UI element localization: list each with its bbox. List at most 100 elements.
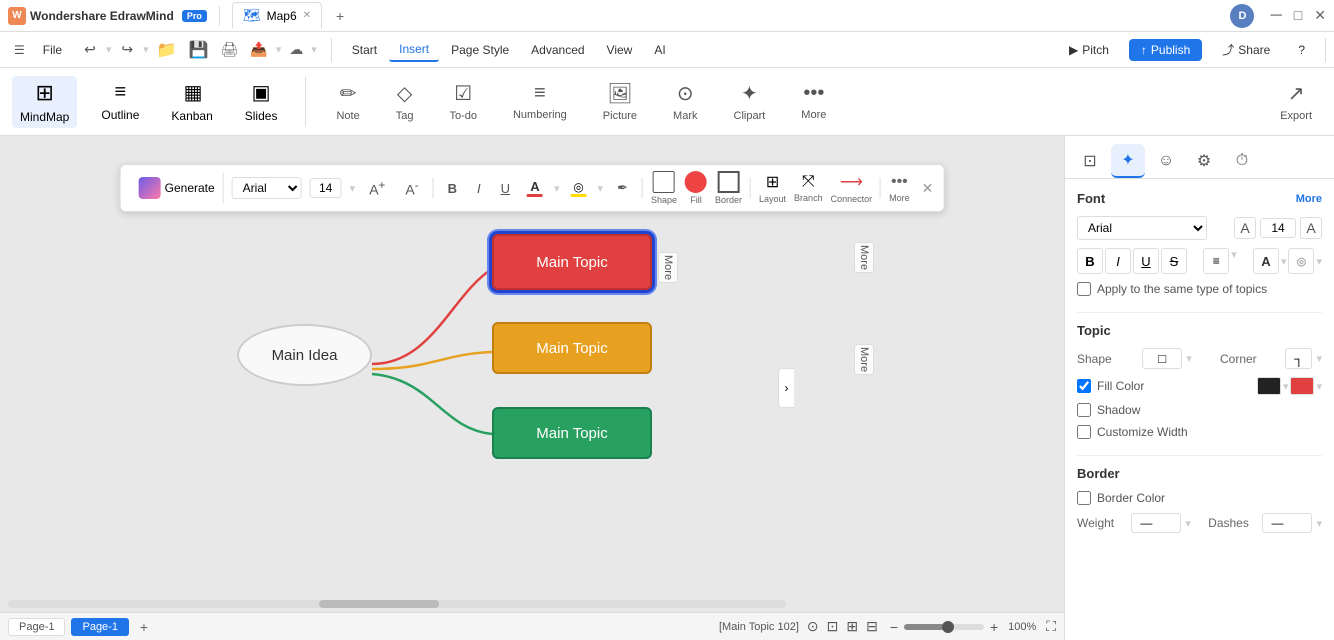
menu-item-pagestyle[interactable]: Page Style <box>441 39 519 61</box>
redo-button[interactable]: ↪ <box>115 38 139 61</box>
panel-tab-emoji[interactable]: ☺ <box>1149 144 1183 178</box>
sidebar-toggle[interactable]: ☰ <box>8 39 31 61</box>
apply-same-checkbox[interactable] <box>1077 282 1091 296</box>
strikethrough-style-btn[interactable]: S <box>1161 248 1187 274</box>
save-button[interactable]: 💾 <box>185 40 213 60</box>
panel-font-select[interactable]: Arial <box>1077 216 1207 240</box>
panel-collapse-button[interactable]: › <box>778 368 794 408</box>
open-local-button[interactable]: 📁 <box>153 40 181 60</box>
dashes-dropdown[interactable]: ▾ <box>1316 517 1322 530</box>
toolbar-more-insert[interactable]: ••• More <box>791 78 836 125</box>
zoom-slider-thumb[interactable] <box>942 621 954 633</box>
underline-button[interactable]: U <box>495 178 516 199</box>
zoom-in-button[interactable]: + <box>990 619 998 635</box>
topic-node-top[interactable]: Main Topic <box>492 234 652 290</box>
corner-dropdown[interactable]: ▾ <box>1316 352 1322 365</box>
shadow-checkbox[interactable] <box>1077 403 1091 417</box>
minimize-button[interactable]: ─ <box>1270 7 1281 25</box>
bold-style-btn[interactable]: B <box>1077 248 1103 274</box>
floating-toolbar-close[interactable]: ✕ <box>922 180 934 197</box>
fullscreen-button[interactable]: ⛶ <box>1046 618 1056 635</box>
shape-group[interactable]: Shape <box>651 171 677 205</box>
corner-selector[interactable]: ┐ <box>1285 348 1312 369</box>
help-button[interactable]: ? <box>1290 39 1313 61</box>
topic-node-middle[interactable]: Main Topic <box>492 322 652 374</box>
text-color-dropdown[interactable]: ▾ <box>1281 255 1287 268</box>
border-group[interactable]: Border <box>715 171 742 205</box>
generate-button[interactable]: Generate <box>131 173 224 203</box>
map-tab-close[interactable]: ✕ <box>303 10 311 21</box>
panel-tab-timer[interactable]: ⏱ <box>1225 144 1259 178</box>
font-more-link[interactable]: More <box>1296 193 1322 205</box>
highlight-color-button[interactable]: ◎ <box>568 177 590 199</box>
toolbar-mark[interactable]: ⊙ Mark <box>663 77 707 126</box>
border-color-swatch[interactable] <box>1257 377 1281 395</box>
panel-tab-format[interactable]: ⊡ <box>1073 144 1107 178</box>
toolbar-todo[interactable]: ☑ To-do <box>439 77 487 126</box>
print-button[interactable]: 🖨 <box>216 41 242 58</box>
more-button-top[interactable]: More <box>658 252 678 283</box>
zoom-out-button[interactable]: − <box>890 619 898 635</box>
connector-group[interactable]: ⟶ Connector <box>831 172 873 204</box>
fill-group[interactable]: Fill <box>685 171 707 205</box>
export-quick-button[interactable]: 📤 <box>246 41 271 58</box>
weight-dropdown[interactable]: ▾ <box>1185 517 1191 530</box>
more-group[interactable]: ••• More <box>889 173 910 203</box>
toolbar-outline[interactable]: ≡ Outline <box>93 77 147 126</box>
fill-color-checkbox[interactable] <box>1077 379 1091 393</box>
font-color-button[interactable]: A <box>524 177 546 199</box>
highlight-color-btn[interactable]: ◎ <box>1288 248 1314 274</box>
menu-item-start[interactable]: Start <box>342 39 387 61</box>
panel-font-size-decrease[interactable]: A <box>1234 217 1256 239</box>
map-tab[interactable]: 🗺 Map6 ✕ <box>232 2 322 29</box>
underline-style-btn[interactable]: U <box>1133 248 1159 274</box>
dashes-selector[interactable]: — <box>1262 513 1312 533</box>
border-color-checkbox[interactable] <box>1077 491 1091 505</box>
cloud-dropdown[interactable]: ▾ <box>311 43 317 56</box>
toolbar-note[interactable]: ✏ Note <box>326 77 369 126</box>
italic-style-btn[interactable]: I <box>1105 248 1131 274</box>
font-color-dropdown[interactable]: ▾ <box>554 182 560 195</box>
scroll-thumb[interactable] <box>319 600 439 608</box>
horizontal-scrollbar[interactable] <box>8 600 786 608</box>
layout-group[interactable]: ⊞ Layout <box>759 172 786 204</box>
menu-item-view[interactable]: View <box>597 39 643 61</box>
pitch-button[interactable]: ▶ Pitch <box>1061 39 1117 61</box>
font-increase-button[interactable]: A+ <box>363 176 391 201</box>
highlight-dropdown[interactable]: ▾ <box>1316 255 1322 268</box>
shape-selector[interactable]: □ <box>1142 348 1182 369</box>
text-color-btn[interactable]: A <box>1253 248 1279 274</box>
toolbar-mindmap[interactable]: ⊞ MindMap <box>12 76 77 128</box>
font-decrease-button[interactable]: A- <box>399 176 424 201</box>
toolbar-tag[interactable]: ◇ Tag <box>386 77 424 126</box>
publish-button[interactable]: ↑ Publish <box>1129 39 1202 61</box>
undo-dropdown[interactable]: ▾ <box>106 43 112 56</box>
toolbar-clipart[interactable]: ✦ Clipart <box>724 77 776 126</box>
menu-item-insert[interactable]: Insert <box>389 38 439 62</box>
border-color-dropdown[interactable]: ▾ <box>1283 380 1289 393</box>
highlight-dropdown[interactable]: ▾ <box>598 182 604 195</box>
weight-selector[interactable]: — <box>1131 513 1181 533</box>
paint-bucket-button[interactable]: ✒ <box>611 177 634 199</box>
main-idea-node[interactable]: Main Idea <box>237 324 372 386</box>
toolbar-numbering[interactable]: ≡ Numbering <box>503 78 577 125</box>
undo-button[interactable]: ↩ <box>78 38 102 61</box>
toolbar-slides[interactable]: ▣ Slides <box>237 76 286 127</box>
fill-color-swatch[interactable] <box>1290 377 1314 395</box>
menu-item-file[interactable]: File <box>33 39 72 61</box>
maximize-button[interactable]: □ <box>1294 7 1302 25</box>
toolbar-picture[interactable]: 🖼 Picture <box>593 77 647 126</box>
menu-item-advanced[interactable]: Advanced <box>521 39 594 61</box>
branch-group[interactable]: ⤧ Branch <box>794 173 823 203</box>
fill-color-dropdown[interactable]: ▾ <box>1316 380 1322 393</box>
align-dropdown[interactable]: ▾ <box>1231 248 1237 274</box>
topic-node-bottom[interactable]: Main Topic <box>492 407 652 459</box>
font-name-select[interactable]: Arial <box>232 177 302 199</box>
align-left-btn[interactable]: ≡ <box>1203 248 1229 274</box>
toolbar-kanban[interactable]: ▦ Kanban <box>163 76 220 127</box>
toolbar-export[interactable]: ↗ Export <box>1270 77 1322 126</box>
export-dropdown[interactable]: ▾ <box>276 43 282 56</box>
more-button-right-bottom[interactable]: More <box>854 344 874 375</box>
bold-button[interactable]: B <box>442 178 463 199</box>
menu-item-ai[interactable]: AI <box>644 39 675 61</box>
